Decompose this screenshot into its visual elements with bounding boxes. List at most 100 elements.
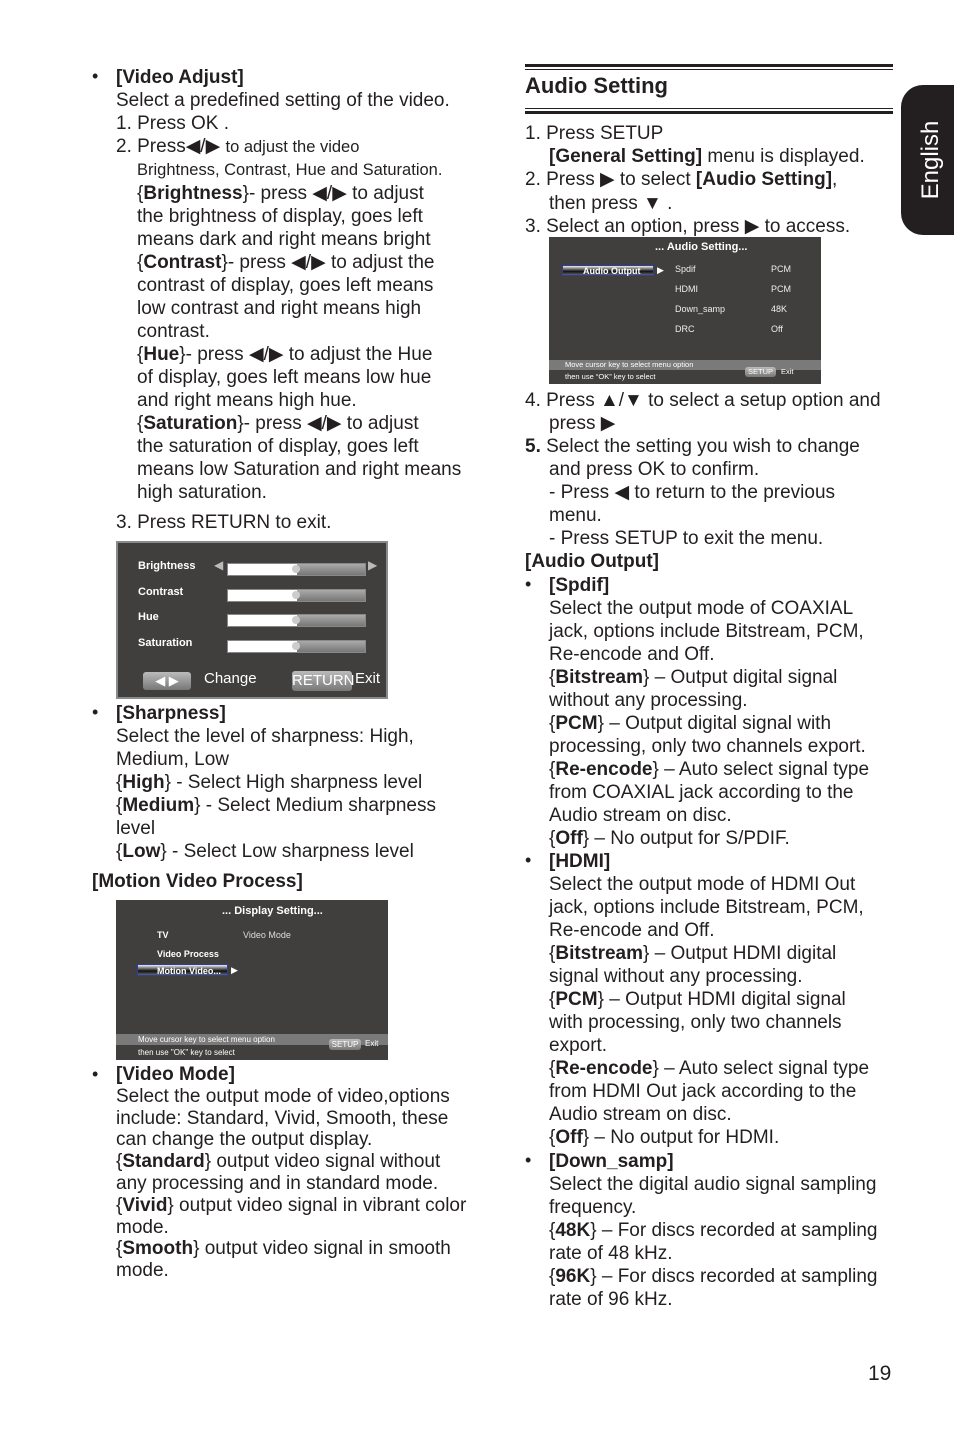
video-adjust-step3: 3. Press RETURN to exit. [116, 511, 331, 534]
screen-title: ... Display Setting... [222, 905, 323, 917]
setting-slider[interactable] [227, 563, 366, 576]
text-line: and right means high hue. [137, 390, 357, 411]
text-line: - Press SETUP to exit the menu. [549, 528, 824, 549]
text-line: {High} - Select High sharpness level [116, 772, 423, 793]
step2-text: 2. Press◀/▶ [116, 136, 226, 157]
text-line: {96K} – For discs recorded at sampling [549, 1266, 878, 1287]
submenu-video-mode[interactable]: Video Mode [243, 930, 291, 940]
arrow-right-icon[interactable]: ▶ [368, 558, 377, 572]
text-line: Select the level of sharpness: High, [116, 726, 414, 747]
text-line: {Bitstream} – Output HDMI digital [549, 943, 837, 964]
setting-label: Saturation [138, 636, 193, 649]
menu-item-tv[interactable]: TV [157, 930, 169, 940]
text-line: level [116, 818, 156, 839]
text-line: contrast of display, goes left means [137, 275, 434, 296]
hint-line-1: Move cursor key to select menu option [565, 360, 694, 369]
bullet: • [92, 702, 99, 722]
menu-item-video-process[interactable]: Video Process [157, 949, 219, 959]
text-line: {Hue}- press ◀/▶ to adjust the Hue [137, 344, 433, 365]
video-adjust-section: [Video Adjust] Select a predefined settin… [116, 66, 450, 135]
text-line: - Press ◀ to return to the previous [549, 482, 836, 503]
text-line: signal without any processing. [549, 966, 803, 987]
hdmi-section: [HDMI] Select the output mode of HDMI Out… [549, 850, 869, 1149]
text-line: Re-encode and Off. [549, 644, 715, 665]
left-right-button[interactable]: ◀ ▶ [143, 672, 191, 690]
text-line: Re-encode and Off. [549, 920, 715, 941]
text-line: from COAXIAL jack according to the [549, 782, 854, 803]
bullet: • [92, 66, 99, 86]
bullet: • [525, 850, 532, 870]
video-mode-section: [Video Mode] Select the output mode of vi… [116, 1064, 466, 1282]
text-line: [Audio Output] [525, 551, 660, 572]
text-line: means low Saturation and right means [137, 459, 462, 480]
audio-option-name[interactable]: HDMI [675, 284, 698, 294]
bullet: • [92, 1064, 99, 1084]
text-line: {Vivid} output video signal in vibrant c… [116, 1194, 467, 1216]
text-line: [Down_samp] [549, 1151, 674, 1172]
text-line: processing, only two channels export. [549, 736, 866, 757]
divider [525, 64, 893, 67]
audio-output-heading: [Audio Output] [525, 550, 659, 573]
text-line: [Sharpness] [116, 703, 226, 724]
text-line: high saturation. [137, 482, 267, 503]
text-line: {Standard} output video signal without [116, 1151, 441, 1173]
text-line: {Re-encode} – Auto select signal type [549, 1058, 870, 1079]
screen-title: ... Audio Setting... [655, 241, 748, 253]
text-line: 1. Press OK . [116, 113, 229, 134]
exit-label: Exit [355, 670, 381, 687]
hint-line-2: then use “OK” key to select [565, 372, 656, 381]
hint-line-2: then use "OK" key to select [138, 1048, 235, 1057]
audio-option-value: 48K [771, 304, 788, 314]
text-line: the brightness of display, goes left [137, 206, 423, 227]
text-line: {Medium} - Select Medium sharpness [116, 795, 436, 816]
text-line: 5. Select the setting you wish to change [525, 436, 860, 457]
arrow-right-icon: ▶ [231, 965, 238, 975]
video-adjust-description: Brightness, Contrast, Hue and Saturation… [137, 159, 461, 504]
section-heading: Audio Setting [525, 73, 668, 98]
setup-button[interactable]: SETUP [329, 1039, 361, 1050]
text-line: 4. Press ▲/▼ to select a setup option an… [525, 390, 881, 411]
bullet: • [525, 574, 532, 594]
text-line: 1. Press SETUP [525, 123, 664, 144]
arrow-right-icon: ▶ [657, 265, 664, 275]
audio-option-name[interactable]: DRC [675, 324, 695, 334]
audio-option-name[interactable]: Down_samp [675, 304, 725, 314]
text-line: {Off} – No output for S/PDIF. [549, 828, 790, 849]
text-line: then press ▼ . [549, 193, 673, 214]
motion-video-heading: [Motion Video Process] [92, 870, 303, 893]
step2-small-text: to adjust the video [225, 138, 360, 156]
setting-label: Hue [138, 611, 159, 623]
step-4: 4. Press ▲/▼ to select a setup option an… [525, 389, 881, 412]
step-5-detail: and press OK to confirm. - Press ◀ to ret… [549, 458, 835, 550]
text-line: {Low} - Select Low sharpness level [116, 841, 414, 862]
text-line: [Spdif] [549, 575, 610, 596]
audio-option-name[interactable]: Spdif [675, 264, 696, 274]
page-number: 19 [868, 1362, 892, 1385]
change-label: Change [204, 670, 257, 687]
audio-option-value: Off [771, 324, 783, 334]
text-line: jack, options include Bitstream, PCM, [549, 621, 864, 642]
return-button[interactable]: RETURN [292, 671, 355, 691]
step-5: 5. Select the setting you wish to change [525, 435, 860, 458]
text-line: 2. Press ▶ to select [Audio Setting], [525, 169, 838, 190]
arrow-left-icon[interactable]: ◀ [214, 558, 223, 572]
text-line: {PCM} – Output HDMI digital signal [549, 989, 846, 1010]
video-adjust-step2: 2. Press◀/▶ to adjust the video [116, 135, 359, 159]
text-line: {Off} – No output for HDMI. [549, 1127, 780, 1148]
text-line: Audio stream on disc. [549, 1104, 732, 1125]
setup-button[interactable]: SETUP [745, 367, 776, 377]
text-line: contrast. [137, 321, 210, 342]
down-samp-section: [Down_samp] Select the digital audio sign… [549, 1150, 877, 1311]
text-line: [Motion Video Process] [92, 871, 303, 892]
setting-slider[interactable] [227, 588, 366, 602]
text-line: rate of 48 kHz. [549, 1243, 673, 1264]
text-line: Select the output mode of COAXIAL [549, 598, 854, 619]
text-line: 3. Select an option, press ▶ to access. [525, 216, 851, 237]
menu-item-audio-output[interactable]: Audio Output [562, 265, 654, 276]
display-setting-screen: ... Display Setting... TV Video Mode Vid… [116, 900, 388, 1060]
setting-slider[interactable] [227, 639, 366, 653]
text-line: {Smooth} output video signal in smooth [116, 1238, 451, 1260]
setting-slider[interactable] [227, 614, 366, 627]
step-1-detail: [General Setting] menu is displayed. [549, 145, 865, 168]
menu-item-motion-video[interactable]: Motion Video... [137, 964, 228, 976]
